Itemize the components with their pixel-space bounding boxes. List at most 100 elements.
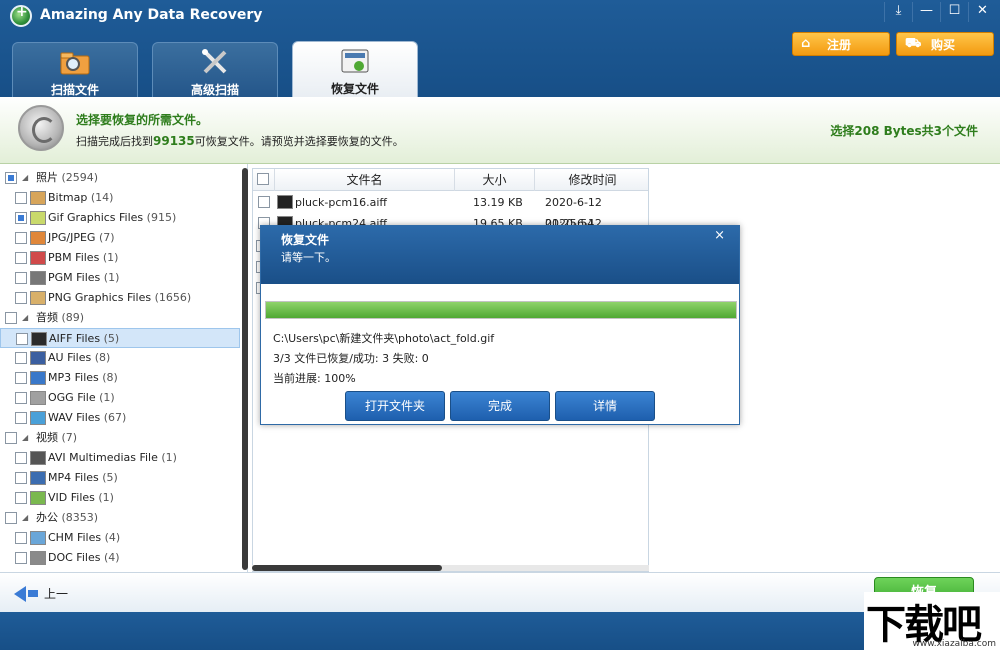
- tree-checkbox[interactable]: [15, 492, 27, 504]
- tree-label: Bitmap (14): [48, 188, 113, 208]
- expand-triangle-icon[interactable]: ◢: [22, 428, 28, 448]
- tree-label: AIFF Files (5): [49, 329, 119, 349]
- tree-label-text: AU Files: [48, 351, 92, 364]
- tree-checkbox[interactable]: [15, 272, 27, 284]
- tree-category[interactable]: ◢ 音频 (89): [0, 308, 240, 328]
- tree-item[interactable]: AIFF Files (5): [0, 328, 240, 348]
- tree-item[interactable]: CHM Files (4): [0, 528, 240, 548]
- tree-category[interactable]: ◢ 视频 (7): [0, 428, 240, 448]
- tab-advanced-scan-label: 高级扫描: [190, 83, 239, 97]
- tree-checkbox[interactable]: [16, 333, 28, 345]
- select-all-checkbox[interactable]: [257, 173, 269, 185]
- open-folder-button[interactable]: 打开文件夹: [345, 391, 445, 421]
- tree-item[interactable]: PBM Files (1): [0, 248, 240, 268]
- tree-scrollbar[interactable]: [242, 168, 248, 570]
- tree-count: (8): [102, 371, 118, 384]
- download-icon[interactable]: ⤓: [884, 2, 912, 22]
- tab-scan-files[interactable]: 扫描文件: [12, 42, 138, 97]
- footer: [0, 612, 1000, 650]
- tree-item[interactable]: Bitmap (14): [0, 188, 240, 208]
- tree-checkbox[interactable]: [15, 552, 27, 564]
- tree-checkbox[interactable]: [5, 432, 17, 444]
- tree-checkbox[interactable]: [15, 232, 27, 244]
- progress-bar: [265, 301, 737, 319]
- details-button[interactable]: 详情: [555, 391, 655, 421]
- recovery-icon: [18, 105, 64, 151]
- current-progress: 当前进展: 100%: [273, 372, 356, 385]
- tree-item[interactable]: DOC Files (4): [0, 548, 240, 568]
- tree-checkbox[interactable]: [15, 292, 27, 304]
- table-row[interactable]: pluck-pcm16.aiff 13.19 KB 2020-6-12 01:2…: [253, 192, 648, 230]
- tree-checkbox[interactable]: [15, 412, 27, 424]
- tree-checkbox[interactable]: [5, 312, 17, 324]
- tab-recover-files[interactable]: 恢复文件: [292, 41, 418, 97]
- register-label: 注册: [827, 37, 852, 52]
- maximize-button[interactable]: ☐: [940, 2, 968, 22]
- column-name[interactable]: 文件名: [275, 169, 455, 191]
- dialog-close-button[interactable]: ×: [714, 228, 725, 243]
- cart-icon: ⛟: [905, 36, 922, 51]
- tree-checkbox[interactable]: [15, 472, 27, 484]
- tree-checkbox[interactable]: [15, 392, 27, 404]
- file-list-hscrollbar[interactable]: [252, 565, 649, 571]
- back-button[interactable]: 上一: [14, 585, 68, 602]
- column-size[interactable]: 大小: [455, 169, 535, 191]
- tree-checkbox[interactable]: [15, 372, 27, 384]
- tree-item[interactable]: JPG/JPEG (7): [0, 228, 240, 248]
- expand-triangle-icon[interactable]: ◢: [22, 168, 28, 188]
- tree-checkbox[interactable]: [15, 452, 27, 464]
- expand-triangle-icon[interactable]: ◢: [22, 508, 28, 528]
- bottom-bar: 上一 恢复: [0, 572, 1000, 613]
- recover-disk-icon: [341, 49, 369, 73]
- file-type-icon: [30, 231, 46, 245]
- tree-checkbox[interactable]: [15, 252, 27, 264]
- tree-count: (5): [102, 471, 118, 484]
- file-type-icon: [31, 332, 47, 346]
- tree-count: (1): [161, 451, 177, 464]
- tree-checkbox[interactable]: [15, 352, 27, 364]
- tree-label-text: DOC Files: [48, 551, 101, 564]
- dialog-title: 恢复文件: [281, 233, 330, 247]
- tree-item[interactable]: AU Files (8): [0, 348, 240, 368]
- close-button[interactable]: ✕: [968, 2, 996, 22]
- recover-progress-dialog: 恢复文件 请等一下。 × C:\Users\pc\新建文件夹\photo\act…: [260, 225, 740, 425]
- hscroll-thumb[interactable]: [252, 565, 442, 571]
- minimize-button[interactable]: —: [912, 2, 940, 22]
- expand-triangle-icon[interactable]: ◢: [22, 308, 28, 328]
- tree-label: 照片 (2594): [36, 168, 98, 188]
- tree-item[interactable]: Gif Graphics Files (915): [0, 208, 240, 228]
- tree-category[interactable]: ◢ 办公 (8353): [0, 508, 240, 528]
- tree-count: (4): [104, 531, 121, 544]
- row-checkbox[interactable]: [258, 196, 270, 208]
- app-title: Amazing Any Data Recovery: [40, 7, 263, 23]
- tree-item[interactable]: AVI Multimedias File (1): [0, 448, 240, 468]
- tree-checkbox[interactable]: [5, 512, 17, 524]
- file-type-icon: [30, 351, 46, 365]
- file-type-icon: [30, 471, 46, 485]
- tree-item[interactable]: MP3 Files (8): [0, 368, 240, 388]
- recovery-status: 3/3 文件已恢复/成功: 3 失败: 0: [273, 352, 429, 365]
- tree-label-text: 视频: [36, 431, 58, 444]
- tree-item[interactable]: MP4 Files (5): [0, 468, 240, 488]
- done-button[interactable]: 完成: [450, 391, 550, 421]
- tree-checkbox[interactable]: [15, 192, 27, 204]
- tree-item[interactable]: PNG Graphics Files (1656): [0, 288, 240, 308]
- tree-checkbox[interactable]: [5, 172, 17, 184]
- dialog-header: 恢复文件 请等一下。 ×: [261, 226, 739, 284]
- tree-item[interactable]: VID Files (1): [0, 488, 240, 508]
- tree-category[interactable]: ◢ 照片 (2594): [0, 168, 240, 188]
- header-select-all[interactable]: [253, 169, 275, 191]
- tree-label: PGM Files (1): [48, 268, 119, 288]
- tree-label: 音频 (89): [36, 308, 84, 328]
- tree-label: PNG Graphics Files (1656): [48, 288, 191, 308]
- tab-advanced-scan[interactable]: 高级扫描: [152, 42, 278, 97]
- register-button[interactable]: ⌂ 注册: [792, 32, 890, 56]
- folder-scan-icon: [60, 52, 90, 75]
- tree-item[interactable]: WAV Files (67): [0, 408, 240, 428]
- tree-item[interactable]: OGG File (1): [0, 388, 240, 408]
- tree-item[interactable]: PGM Files (1): [0, 268, 240, 288]
- tree-checkbox[interactable]: [15, 212, 27, 224]
- column-modified[interactable]: 修改时间: [535, 169, 648, 191]
- buy-button[interactable]: ⛟ 购买: [896, 32, 994, 56]
- tree-checkbox[interactable]: [15, 532, 27, 544]
